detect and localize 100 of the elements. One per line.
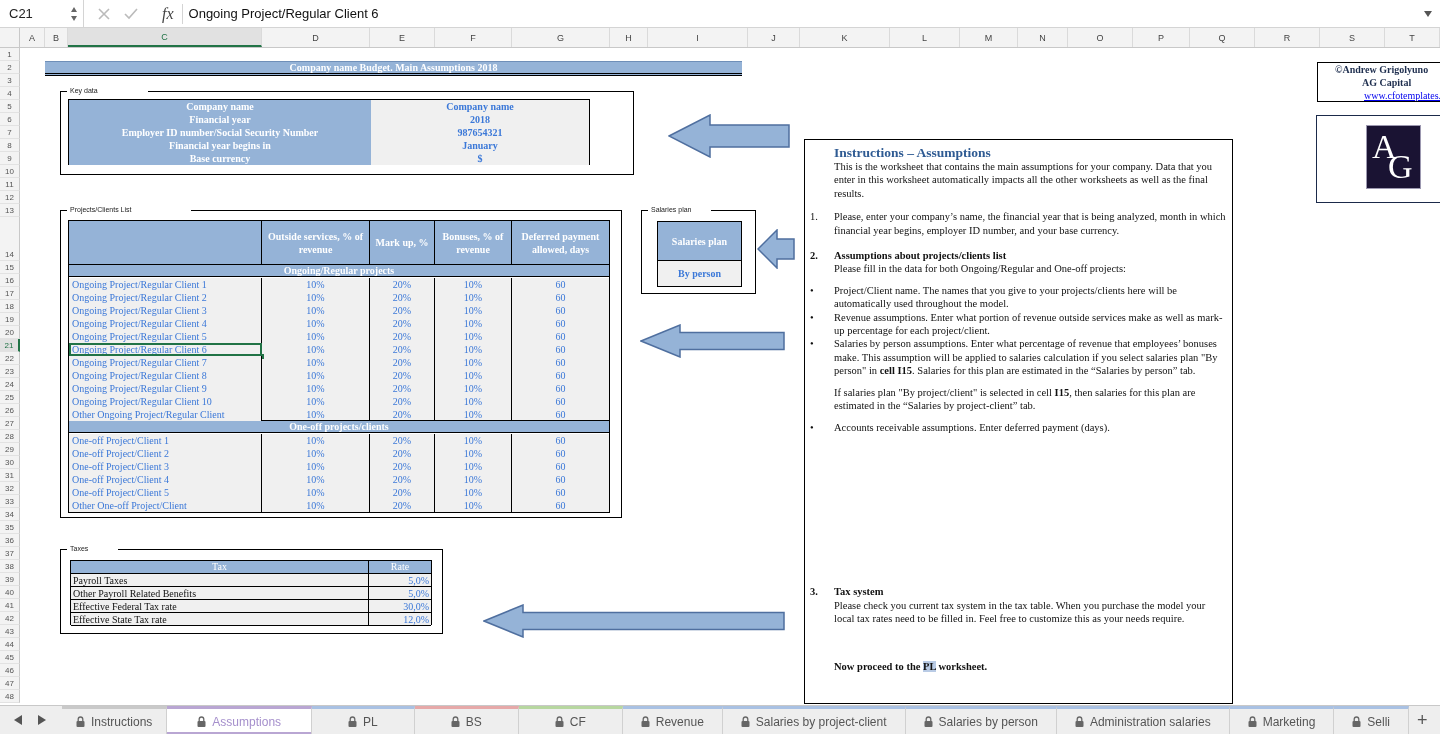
row-header[interactable]: 10 <box>0 165 20 178</box>
table-cell[interactable]: 10% <box>435 499 512 512</box>
row-header[interactable]: 33 <box>0 495 20 508</box>
table-cell[interactable]: 10% <box>262 356 370 369</box>
table-cell[interactable]: 10% <box>435 291 512 304</box>
row-header[interactable]: 27 <box>0 417 20 430</box>
row-header[interactable]: 7 <box>0 126 20 139</box>
sheet-tab[interactable]: Selli <box>1334 706 1410 734</box>
row-header[interactable]: 15 <box>0 261 20 274</box>
table-cell[interactable]: 60 <box>512 330 609 343</box>
key-data-value[interactable]: $ <box>371 152 589 165</box>
project-name-cell[interactable]: Ongoing Project/Regular Client 1 <box>69 278 262 291</box>
table-cell[interactable]: 10% <box>262 343 370 356</box>
row-header[interactable]: 3 <box>0 74 20 87</box>
table-cell[interactable]: 10% <box>262 382 370 395</box>
table-cell[interactable]: 10% <box>262 473 370 486</box>
row-header[interactable]: 11 <box>0 178 20 191</box>
row-header[interactable]: 5 <box>0 100 20 113</box>
name-box[interactable]: C21 <box>0 0 84 27</box>
table-cell[interactable]: 20% <box>370 395 435 408</box>
row-header[interactable]: 23 <box>0 365 20 378</box>
project-name-cell[interactable]: Other Ongoing Project/Regular Client <box>69 408 262 421</box>
project-name-cell[interactable]: One-off Project/Client 2 <box>69 447 262 460</box>
table-cell[interactable]: 20% <box>370 343 435 356</box>
add-sheet-button[interactable]: + <box>1409 706 1436 734</box>
table-cell[interactable]: 10% <box>262 278 370 291</box>
column-header[interactable]: D <box>262 28 370 47</box>
table-cell[interactable]: 10% <box>262 291 370 304</box>
table-cell[interactable]: 10% <box>435 330 512 343</box>
sheet-tab[interactable]: PL <box>312 706 415 734</box>
table-cell[interactable]: 10% <box>435 343 512 356</box>
table-cell[interactable]: 10% <box>435 278 512 291</box>
column-header[interactable]: J <box>748 28 800 47</box>
column-header[interactable]: E <box>370 28 435 47</box>
project-name-cell[interactable]: Other One-off Project/Client <box>69 499 262 512</box>
sheet-tab[interactable]: Assumptions <box>167 706 313 734</box>
row-header[interactable]: 21 <box>0 339 20 352</box>
project-name-cell[interactable]: Ongoing Project/Regular Client 3 <box>69 304 262 317</box>
salaries-plan-value[interactable]: By person <box>658 261 741 286</box>
row-header[interactable]: 39 <box>0 573 20 586</box>
table-cell[interactable]: 60 <box>512 369 609 382</box>
table-cell[interactable]: 10% <box>435 317 512 330</box>
table-cell[interactable]: 12,0% <box>369 613 431 626</box>
sheet-tab[interactable]: Salaries by person <box>905 706 1057 734</box>
table-cell[interactable]: 20% <box>370 369 435 382</box>
row-header[interactable]: 29 <box>0 443 20 456</box>
row-header[interactable]: 44 <box>0 638 20 651</box>
sheet-tab[interactable]: BS <box>414 706 519 734</box>
project-name-cell[interactable]: One-off Project/Client 4 <box>69 473 262 486</box>
previous-sheet-icon[interactable] <box>14 715 22 725</box>
row-header[interactable]: 30 <box>0 456 20 469</box>
row-header[interactable]: 17 <box>0 287 20 300</box>
column-header[interactable]: I <box>648 28 748 47</box>
row-header[interactable]: 13 <box>0 204 20 217</box>
sheet-tab[interactable]: Administration salaries <box>1056 706 1230 734</box>
table-cell[interactable]: 10% <box>262 395 370 408</box>
table-cell[interactable]: 10% <box>435 369 512 382</box>
table-cell[interactable]: 60 <box>512 317 609 330</box>
column-header[interactable]: O <box>1068 28 1133 47</box>
table-cell[interactable]: 20% <box>370 486 435 499</box>
column-header[interactable]: A <box>20 28 45 47</box>
next-sheet-icon[interactable] <box>38 715 46 725</box>
table-cell[interactable]: 60 <box>512 395 609 408</box>
key-data-value[interactable]: 2018 <box>371 113 589 126</box>
table-cell[interactable]: 20% <box>370 447 435 460</box>
function-button[interactable]: fx <box>162 3 183 24</box>
row-header[interactable]: 1 <box>0 48 20 61</box>
table-cell[interactable]: 60 <box>512 343 609 356</box>
row-header[interactable]: 38 <box>0 560 20 573</box>
key-data-value[interactable]: January <box>371 139 589 152</box>
table-cell[interactable]: 20% <box>370 473 435 486</box>
row-header[interactable]: 9 <box>0 152 20 165</box>
table-cell[interactable]: 60 <box>512 278 609 291</box>
table-cell[interactable]: 60 <box>512 356 609 369</box>
row-header[interactable]: 31 <box>0 469 20 482</box>
table-cell[interactable]: 10% <box>435 447 512 460</box>
table-cell[interactable]: 20% <box>370 499 435 512</box>
column-header[interactable]: Q <box>1190 28 1255 47</box>
table-cell[interactable]: 60 <box>512 460 609 473</box>
table-cell[interactable]: 60 <box>512 434 609 447</box>
table-cell[interactable]: 10% <box>262 499 370 512</box>
row-header[interactable]: 34 <box>0 508 20 521</box>
row-header[interactable]: 42 <box>0 612 20 625</box>
column-header[interactable]: F <box>435 28 512 47</box>
row-header[interactable]: 24 <box>0 378 20 391</box>
table-cell[interactable]: 20% <box>370 356 435 369</box>
table-cell[interactable]: 60 <box>512 473 609 486</box>
project-name-cell[interactable]: Ongoing Project/Regular Client 2 <box>69 291 262 304</box>
project-name-cell[interactable]: One-off Project/Client 1 <box>69 434 262 447</box>
column-header[interactable]: C <box>68 28 262 47</box>
table-cell[interactable]: 20% <box>370 278 435 291</box>
row-header[interactable]: 8 <box>0 139 20 152</box>
row-header[interactable]: 36 <box>0 534 20 547</box>
table-cell[interactable]: 10% <box>262 317 370 330</box>
row-header[interactable]: 12 <box>0 191 20 204</box>
website-link[interactable]: www.cfotemplates. <box>1364 89 1440 102</box>
sheet-tab[interactable]: Salaries by project-client <box>722 706 906 734</box>
key-data-value[interactable]: Company name <box>371 100 589 113</box>
table-cell[interactable]: 10% <box>262 330 370 343</box>
table-cell[interactable]: 60 <box>512 447 609 460</box>
